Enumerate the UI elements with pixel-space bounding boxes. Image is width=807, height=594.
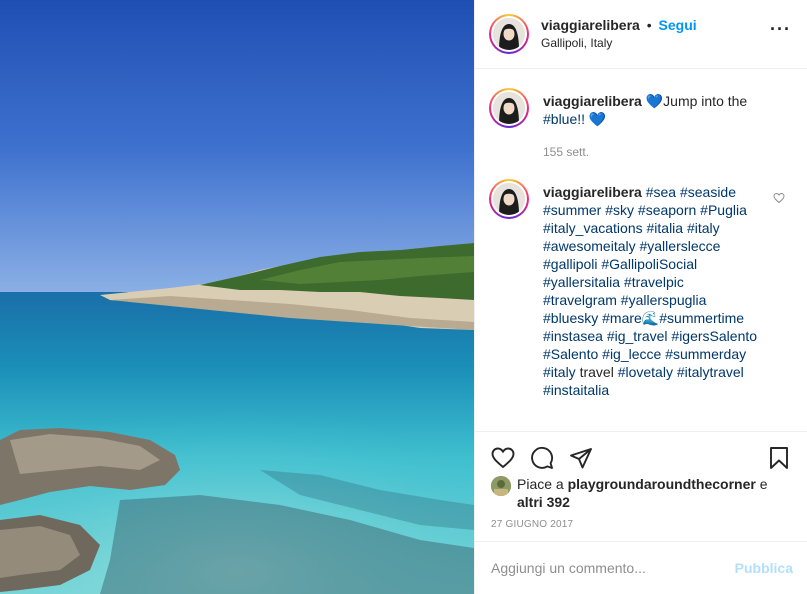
share-icon[interactable] — [569, 446, 593, 470]
caption-avatar[interactable] — [489, 88, 529, 128]
more-horizontal-icon[interactable]: ··· — [770, 20, 791, 38]
caption: viaggiarelibera 💙Jump into the #blue!! 💙… — [489, 88, 793, 161]
location-link[interactable]: Gallipoli, Italy — [541, 35, 697, 52]
likes-others-link[interactable]: altri 392 — [517, 494, 570, 510]
comment: viaggiarelibera #sea #seaside #summer #s… — [489, 179, 793, 399]
heart-icon[interactable] — [491, 446, 515, 470]
blue-heart-emoji: 💙 — [645, 93, 664, 109]
follow-button[interactable]: Segui — [659, 17, 697, 33]
post-photo[interactable] — [0, 0, 474, 594]
caption-text: Jump into the — [663, 93, 748, 109]
likes-conjunction: e — [755, 476, 768, 492]
post-header: viaggiarelibera • Segui Gallipoli, Italy… — [475, 0, 807, 69]
comment-input[interactable] — [491, 560, 735, 576]
profile-photo-icon — [493, 18, 525, 50]
bookmark-icon[interactable] — [767, 446, 791, 470]
blue-heart-emoji: 💙 — [585, 111, 607, 127]
sea-landscape-image — [0, 0, 474, 594]
add-comment-bar: Pubblica — [475, 541, 807, 594]
publish-button[interactable]: Pubblica — [735, 560, 793, 576]
separator-dot: • — [646, 16, 652, 33]
post-date[interactable]: 27 GIUGNO 2017 — [491, 519, 791, 530]
heart-outline-icon[interactable] — [773, 191, 785, 207]
comment-plain-text: travel — [579, 364, 614, 380]
post-container: viaggiarelibera • Segui Gallipoli, Italy… — [0, 0, 807, 594]
header-username[interactable]: viaggiarelibera — [541, 17, 640, 33]
hashtag-link[interactable]: #blue!! — [543, 111, 585, 127]
profile-photo-icon — [493, 92, 525, 124]
caption-timestamp[interactable]: 155 sett. — [543, 143, 783, 161]
likes-summary: Piace a playgroundaroundthecorner e altr… — [491, 475, 791, 511]
comment-avatar[interactable] — [489, 179, 529, 219]
avatar[interactable] — [489, 14, 529, 54]
liker-avatar[interactable] — [491, 476, 511, 496]
comment-username[interactable]: viaggiarelibera — [543, 184, 642, 200]
caption-username[interactable]: viaggiarelibera — [543, 93, 642, 109]
likes-prefix: Piace a — [517, 476, 568, 492]
comment-hashtags[interactable]: #sea #seaside #summer #sky #seaporn #Pug… — [543, 184, 757, 380]
liker-username[interactable]: playgroundaroundthecorner — [568, 476, 756, 492]
comment-icon[interactable] — [530, 446, 554, 470]
comments-list[interactable]: viaggiarelibera 💙Jump into the #blue!! 💙… — [475, 70, 807, 431]
post-actions: Piace a playgroundaroundthecorner e altr… — [475, 431, 807, 541]
profile-photo-icon — [493, 183, 525, 215]
post-side-panel: viaggiarelibera • Segui Gallipoli, Italy… — [474, 0, 807, 594]
